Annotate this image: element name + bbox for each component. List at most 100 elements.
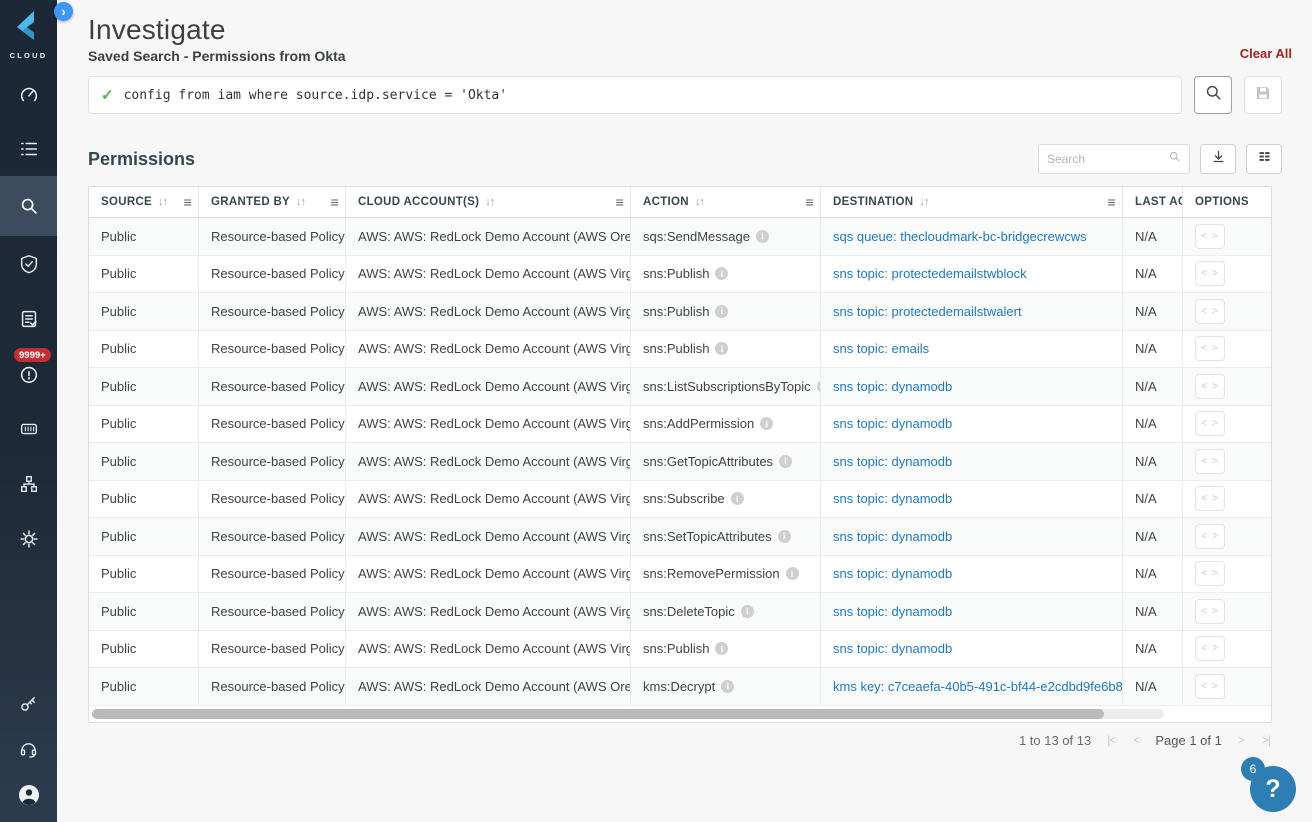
permissions-table: SOURCE ↓↑ ≡ GRANTED BY ↓↑ ≡ CLOUD ACCOUN… bbox=[88, 186, 1272, 723]
cell-destination-link[interactable]: sns topic: dynamodb bbox=[821, 593, 1123, 630]
sidebar-item-profile[interactable] bbox=[0, 772, 57, 818]
view-json-button[interactable]: < > bbox=[1195, 261, 1225, 286]
column-menu-icon[interactable]: ≡ bbox=[184, 194, 192, 210]
info-icon[interactable]: i bbox=[741, 605, 754, 618]
info-icon[interactable]: i bbox=[778, 530, 791, 543]
last-page-icon[interactable]: >| bbox=[1260, 733, 1272, 747]
sidebar-item-compliance[interactable] bbox=[0, 236, 57, 291]
prisma-cloud-logo: CLOUD bbox=[10, 0, 48, 66]
column-menu-icon[interactable]: ≡ bbox=[806, 194, 814, 210]
column-header-last-accessed[interactable]: LAST ACC bbox=[1123, 187, 1183, 217]
sidebar-item-access-keys[interactable] bbox=[0, 680, 57, 726]
cell-cloud-account: AWS: AWS: RedLock Demo Account (AWS Virg… bbox=[346, 293, 631, 330]
sidebar-item-support[interactable] bbox=[0, 726, 57, 772]
column-settings-button[interactable] bbox=[1246, 144, 1282, 174]
info-icon[interactable]: i bbox=[786, 567, 799, 580]
column-label: CLOUD ACCOUNT(S) bbox=[358, 196, 479, 208]
sidebar-item-alerts[interactable]: 9999+ bbox=[0, 346, 57, 401]
save-search-button[interactable] bbox=[1244, 76, 1282, 114]
sort-icon[interactable]: ↓↑ bbox=[695, 196, 704, 208]
cell-destination-link[interactable]: sns topic: dynamodb bbox=[821, 556, 1123, 593]
view-json-button[interactable]: < > bbox=[1195, 374, 1225, 399]
view-json-button[interactable]: < > bbox=[1195, 486, 1225, 511]
sidebar-item-dashboard[interactable] bbox=[0, 66, 57, 121]
sidebar-expand-toggle[interactable]: › bbox=[54, 2, 73, 21]
first-page-icon[interactable]: |< bbox=[1105, 733, 1117, 747]
table-row: Public Resource-based Policy AWS: AWS: R… bbox=[89, 668, 1271, 706]
info-icon[interactable]: i bbox=[715, 267, 728, 280]
table-search-input[interactable] bbox=[1047, 152, 1168, 166]
column-header-cloud-accounts[interactable]: CLOUD ACCOUNT(S) ↓↑ ≡ bbox=[346, 187, 631, 217]
cell-destination-link[interactable]: sns topic: protectedemailstwblock bbox=[821, 256, 1123, 293]
cell-destination-link[interactable]: sns topic: dynamodb bbox=[821, 406, 1123, 443]
cell-options: < > bbox=[1183, 293, 1271, 330]
view-json-button[interactable]: < > bbox=[1195, 224, 1225, 249]
download-csv-button[interactable] bbox=[1200, 144, 1236, 174]
column-menu-icon[interactable]: ≡ bbox=[331, 194, 339, 210]
cell-destination-link[interactable]: sns topic: dynamodb bbox=[821, 481, 1123, 518]
view-json-button[interactable]: < > bbox=[1195, 524, 1225, 549]
next-page-icon[interactable]: > bbox=[1236, 733, 1246, 747]
previous-page-icon[interactable]: < bbox=[1131, 733, 1141, 747]
cell-destination-link[interactable]: sns topic: emails bbox=[821, 331, 1123, 368]
cell-granted-by: Resource-based Policy bbox=[199, 631, 346, 668]
view-json-button[interactable]: < > bbox=[1195, 299, 1225, 324]
sort-icon[interactable]: ↓↑ bbox=[296, 196, 305, 208]
column-menu-icon[interactable]: ≡ bbox=[1108, 194, 1116, 210]
cell-granted-by: Resource-based Policy bbox=[199, 668, 346, 705]
cell-destination-link[interactable]: sns topic: dynamodb bbox=[821, 631, 1123, 668]
sort-icon[interactable]: ↓↑ bbox=[919, 196, 928, 208]
table-row: Public Resource-based Policy AWS: AWS: R… bbox=[89, 593, 1271, 631]
run-search-button[interactable] bbox=[1194, 76, 1232, 114]
info-icon[interactable]: i bbox=[731, 492, 744, 505]
cell-granted-by: Resource-based Policy bbox=[199, 556, 346, 593]
sidebar-item-policies[interactable] bbox=[0, 121, 57, 176]
cell-source: Public bbox=[89, 293, 199, 330]
scrollbar-track[interactable] bbox=[92, 709, 1164, 719]
cell-destination-link[interactable]: sns topic: protectedemailstwalert bbox=[821, 293, 1123, 330]
info-icon[interactable]: i bbox=[715, 305, 728, 318]
sidebar-item-reports[interactable] bbox=[0, 291, 57, 346]
column-header-source[interactable]: SOURCE ↓↑ ≡ bbox=[89, 187, 199, 217]
cell-destination-link[interactable]: kms key: c7ceaefa-40b5-491c-bf44-e2cdbd9… bbox=[821, 668, 1123, 705]
cell-destination-link[interactable]: sqs queue: thecloudmark-bc-bridgecrewcws bbox=[821, 218, 1123, 255]
view-json-button[interactable]: < > bbox=[1195, 674, 1225, 699]
column-header-destination[interactable]: DESTINATION ↓↑ ≡ bbox=[821, 187, 1123, 217]
cell-options: < > bbox=[1183, 556, 1271, 593]
view-json-button[interactable]: < > bbox=[1195, 411, 1225, 436]
column-header-granted-by[interactable]: GRANTED BY ↓↑ ≡ bbox=[199, 187, 346, 217]
sort-icon[interactable]: ↓↑ bbox=[485, 196, 494, 208]
info-icon[interactable]: i bbox=[779, 455, 792, 468]
info-icon[interactable]: i bbox=[715, 642, 728, 655]
cell-last-accessed: N/A bbox=[1123, 556, 1183, 593]
view-json-button[interactable]: < > bbox=[1195, 636, 1225, 661]
scrollbar-thumb[interactable] bbox=[92, 709, 1104, 719]
cell-destination-link[interactable]: sns topic: dynamodb bbox=[821, 368, 1123, 405]
help-button[interactable]: 6 ? bbox=[1250, 766, 1296, 812]
column-menu-icon[interactable]: ≡ bbox=[616, 194, 624, 210]
view-json-button[interactable]: < > bbox=[1195, 336, 1225, 361]
cell-cloud-account: AWS: AWS: RedLock Demo Account (AWS Virg… bbox=[346, 256, 631, 293]
info-icon[interactable]: i bbox=[721, 680, 734, 693]
column-label: SOURCE bbox=[101, 196, 152, 208]
sidebar-item-network[interactable] bbox=[0, 456, 57, 511]
cell-destination-link[interactable]: sns topic: dynamodb bbox=[821, 443, 1123, 480]
cell-granted-by: Resource-based Policy bbox=[199, 406, 346, 443]
rql-query-input[interactable]: ✓ config from iam where source.idp.servi… bbox=[88, 76, 1182, 114]
info-icon[interactable]: i bbox=[715, 342, 728, 355]
search-icon bbox=[18, 195, 40, 217]
sort-icon[interactable]: ↓↑ bbox=[158, 196, 167, 208]
column-header-action[interactable]: ACTION ↓↑ ≡ bbox=[631, 187, 821, 217]
cell-destination-link[interactable]: sns topic: dynamodb bbox=[821, 518, 1123, 555]
sidebar-item-settings[interactable] bbox=[0, 511, 57, 566]
sidebar-item-compute[interactable] bbox=[0, 401, 57, 456]
view-json-button[interactable]: < > bbox=[1195, 599, 1225, 624]
view-json-button[interactable]: < > bbox=[1195, 449, 1225, 474]
info-icon[interactable]: i bbox=[760, 417, 773, 430]
view-json-button[interactable]: < > bbox=[1195, 561, 1225, 586]
sidebar-item-search[interactable] bbox=[0, 176, 57, 236]
info-icon[interactable]: i bbox=[756, 230, 769, 243]
key-icon bbox=[18, 693, 39, 714]
table-search-box[interactable] bbox=[1038, 144, 1190, 174]
clear-all-link[interactable]: Clear All bbox=[1240, 46, 1292, 61]
